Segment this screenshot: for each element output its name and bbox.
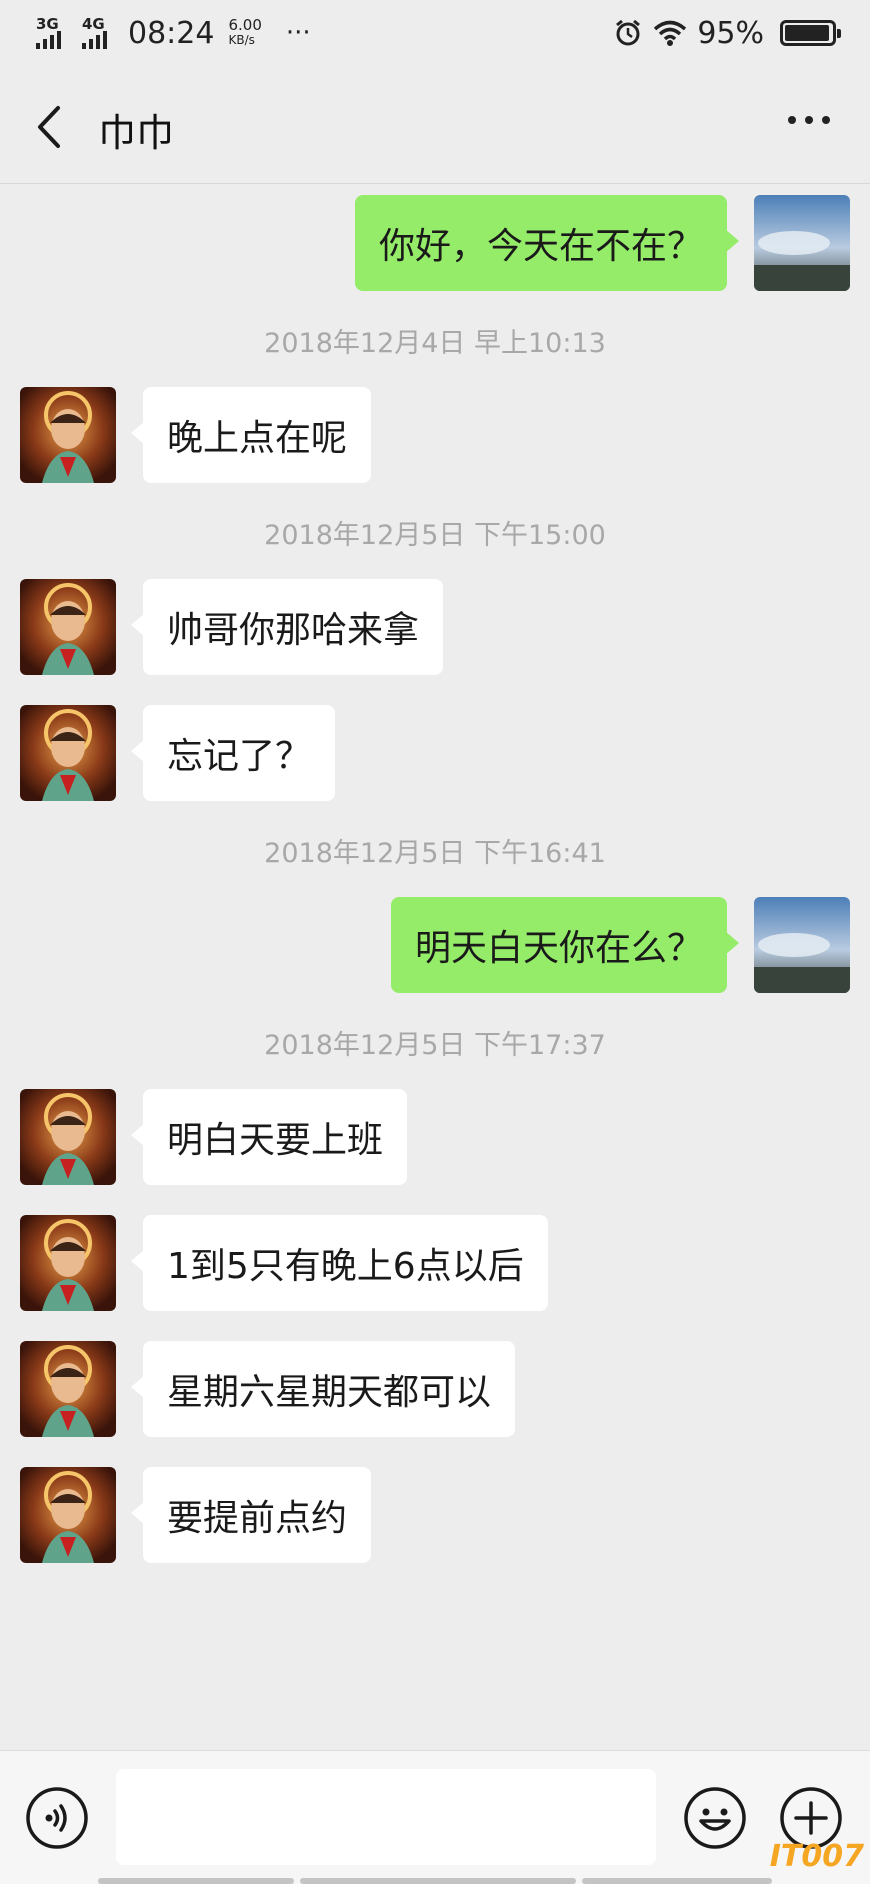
chat-messages: 你好，今天在不在？ 2018年12月4日 早上10:13 晚上点在呢 2018年12月… — [0, 185, 870, 1750]
incoming-message-bubble[interactable]: 明白天要上班 — [130, 1089, 408, 1185]
message-input[interactable] — [116, 1769, 656, 1865]
speed-unit: KB/s — [228, 33, 255, 47]
incoming-message-bubble[interactable]: 晚上点在呢 — [130, 387, 372, 483]
status-bar: 3G 4G 08:24 6.00 KB/s ··· 95% — [0, 0, 870, 66]
incoming-message-bubble[interactable]: 要提前点约 — [130, 1467, 372, 1563]
contact-avatar[interactable] — [20, 1341, 116, 1437]
contact-avatar[interactable] — [20, 579, 116, 675]
message-timestamp: 2018年12月5日 下午16:41 — [264, 838, 606, 869]
wifi-icon — [654, 20, 687, 46]
my-avatar[interactable] — [754, 195, 850, 291]
clock: 08:24 — [128, 15, 215, 51]
message-timestamp: 2018年12月5日 下午15:00 — [264, 520, 606, 551]
status-right: 95% — [613, 15, 841, 51]
incoming-message-bubble[interactable]: 忘记了？ — [130, 705, 336, 801]
nav-hint-bar-1 — [98, 1878, 294, 1884]
my-avatar[interactable] — [754, 897, 850, 993]
chat-header: 巾巾 — [0, 66, 870, 184]
message-timestamp: 2018年12月5日 下午17:37 — [264, 1030, 606, 1061]
contact-avatar[interactable] — [20, 1467, 116, 1563]
chat-title: 巾巾 — [98, 111, 175, 155]
message-timestamp: 2018年12月4日 早上10:13 — [264, 328, 606, 359]
more-dots-icon[interactable] — [788, 116, 830, 124]
incoming-message-bubble[interactable]: 1到5只有晚上6点以后 — [131, 1215, 548, 1311]
network-label-2: 4G — [82, 15, 105, 33]
input-bar: IT007 — [0, 1750, 870, 1884]
incoming-message-bubble[interactable]: 帅哥你那哈来拿 — [130, 579, 444, 675]
outgoing-message-bubble[interactable]: 明天白天你在么？ — [390, 897, 740, 993]
nav-hint-bar-3 — [582, 1878, 772, 1884]
battery-percent: 95% — [697, 15, 764, 51]
alarm-icon — [616, 19, 641, 46]
signal-3g-icon: 3G — [36, 17, 72, 49]
contact-avatar[interactable] — [20, 1089, 116, 1185]
network-speed: 6.00 KB/s — [228, 18, 261, 48]
contact-avatar[interactable] — [20, 387, 116, 483]
signal-4g-icon: 4G — [82, 17, 118, 49]
emoji-icon[interactable] — [682, 1785, 748, 1851]
outgoing-message-bubble[interactable]: 你好，今天在不在？ — [354, 195, 740, 291]
nav-hint-bar-2 — [300, 1878, 576, 1884]
speed-value: 6.00 — [228, 16, 262, 34]
voice-icon[interactable] — [24, 1785, 90, 1851]
chevron-left-icon[interactable] — [30, 102, 70, 152]
incoming-message-bubble[interactable]: 星期六星期天都可以 — [130, 1341, 516, 1437]
contact-avatar[interactable] — [20, 705, 116, 801]
status-left: 3G 4G 08:24 6.00 KB/s ··· — [36, 16, 311, 51]
watermark-logo: IT007 — [769, 1839, 864, 1874]
more-status-dots: ··· — [285, 18, 311, 48]
contact-avatar[interactable] — [20, 1215, 116, 1311]
battery-icon — [780, 20, 841, 46]
network-label-1: 3G — [36, 15, 59, 33]
